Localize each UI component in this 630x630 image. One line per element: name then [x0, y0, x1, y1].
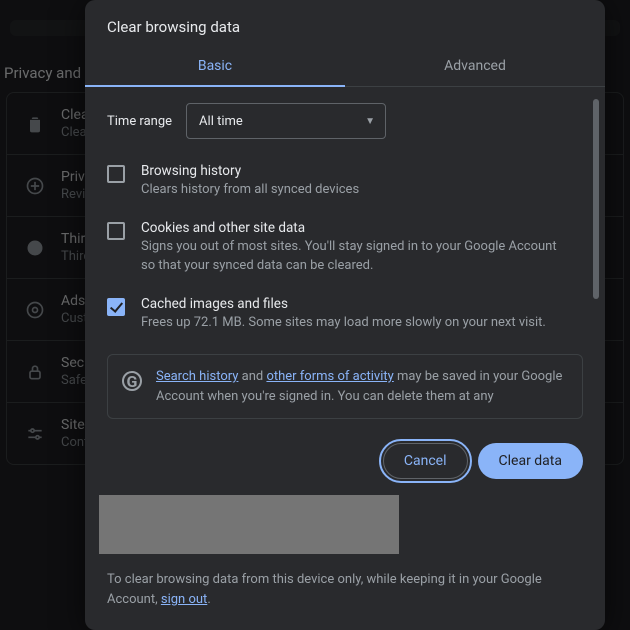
scrollbar-thumb[interactable] [593, 99, 599, 299]
checkbox-browsing-history[interactable] [107, 165, 125, 183]
google-icon: G [122, 371, 142, 391]
dialog-buttons: Cancel Clear data [85, 429, 605, 487]
dialog-tabs: Basic Advanced [85, 48, 605, 87]
clear-browsing-data-dialog: Clear browsing data Basic Advanced Time … [85, 0, 605, 630]
cancel-button[interactable]: Cancel [383, 443, 468, 479]
tab-basic[interactable]: Basic [85, 48, 345, 86]
google-notice-text: Search history and other forms of activi… [156, 367, 568, 406]
time-range-select[interactable]: All time ▼ [186, 103, 386, 139]
time-range-row: Time range All time ▼ [107, 103, 583, 139]
dialog-title: Clear browsing data [85, 0, 605, 48]
other-activity-link[interactable]: other forms of activity [266, 369, 393, 384]
time-range-label: Time range [107, 114, 172, 129]
google-account-notice: G Search history and other forms of acti… [107, 354, 583, 419]
option-browsing-history: Browsing history Clears history from all… [107, 153, 583, 210]
tab-advanced[interactable]: Advanced [345, 48, 605, 86]
sign-out-link[interactable]: sign out [161, 592, 207, 607]
option-cookies: Cookies and other site data Signs you ou… [107, 210, 583, 286]
gray-placeholder-block [99, 495, 399, 553]
checkbox-cached[interactable] [107, 298, 125, 316]
time-range-value: All time [199, 114, 243, 129]
clear-data-button[interactable]: Clear data [478, 443, 583, 479]
chevron-down-icon: ▼ [365, 116, 375, 127]
option-cached: Cached images and files Frees up 72.1 MB… [107, 286, 583, 343]
dialog-footer-note: To clear browsing data from this device … [85, 560, 605, 630]
search-history-link[interactable]: Search history [156, 369, 238, 384]
checkbox-cookies[interactable] [107, 222, 125, 240]
